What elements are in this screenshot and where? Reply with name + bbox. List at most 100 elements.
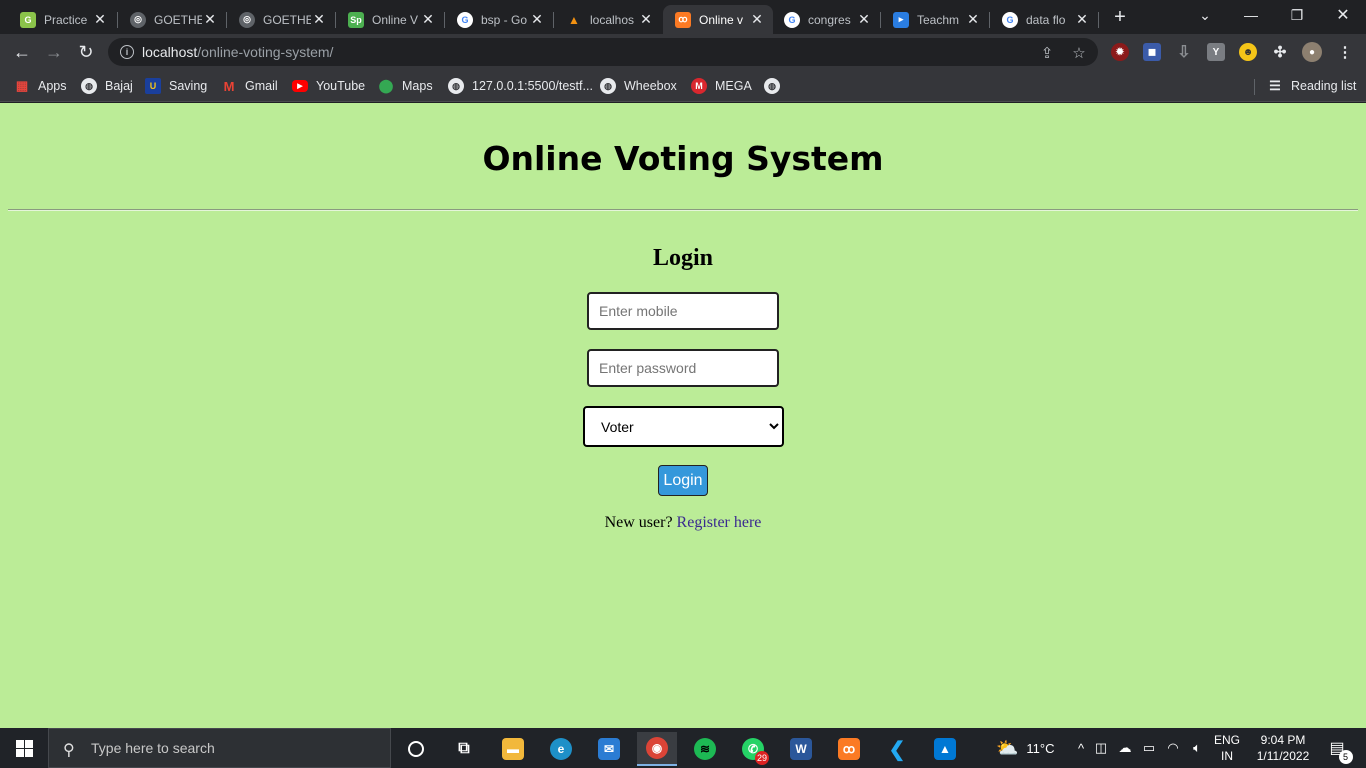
weather-cloud-sun-icon: ⛅ [996,737,1019,758]
close-icon[interactable]: ✕ [92,11,108,28]
language-indicator[interactable]: ENG IN [1214,728,1248,768]
battery-icon[interactable]: ▭ [1137,740,1161,756]
extension-camera-icon[interactable]: ◼ [1143,43,1161,61]
tab-goethe-1[interactable]: ◎ GOETHE ✕ [118,5,226,34]
bookmark-label: Bajaj [105,79,133,93]
bookmark-unnamed[interactable]: ◍ [764,76,788,96]
address-bar[interactable]: i localhost/online-voting-system/ ⇪ ☆ [108,38,1098,66]
taskbar-xampp[interactable]: ꝏ [829,732,869,766]
taskbar-vscode[interactable]: ❮ [877,732,917,766]
taskbar-spotify[interactable]: ≋ [685,732,725,766]
bookmark-gmail[interactable]: M Gmail [221,76,278,96]
site-info-icon[interactable]: i [120,45,134,59]
youtube-icon: ▶ [292,80,308,92]
reading-list-button[interactable]: ☰ Reading list [1267,76,1356,96]
register-link[interactable]: Register here [677,514,762,531]
bookmark-saving[interactable]: U Saving [145,76,207,96]
close-icon[interactable]: ✕ [1074,11,1090,28]
tab-data-flow-google[interactable]: G data flo ✕ [990,5,1098,34]
taskbar-edge[interactable]: e [541,732,581,766]
mobile-input[interactable] [587,292,779,330]
bookmark-apps[interactable]: ▦ Apps [14,76,67,96]
tab-online-v[interactable]: Sp Online V ✕ [336,5,444,34]
tab-search-chevron-icon[interactable]: ⌄ [1182,0,1228,30]
extension-face-icon[interactable]: ☻ [1239,43,1257,61]
spotify-icon: ≋ [694,738,716,760]
restore-button[interactable]: ❐ [1274,0,1320,30]
bookmark-localhost-5500[interactable]: ◍ 127.0.0.1:5500/testf... [448,76,593,96]
close-icon[interactable]: ✕ [311,11,327,28]
tab-title: localhos [590,12,635,27]
bookmark-star-icon[interactable]: ☆ [1070,44,1088,62]
taskbar-search[interactable]: ⚲ Type here to search [48,728,391,768]
meet-now-icon[interactable]: ◫ [1089,740,1113,756]
extension-y-icon[interactable]: Y [1207,43,1225,61]
page-content: Online Voting System Login Voter Login N… [0,103,1366,728]
tab-bsp-google[interactable]: G bsp - Go ✕ [445,5,553,34]
tab-online-voting-active[interactable]: ꝏ Online v ✕ [663,5,773,34]
new-tab-button[interactable]: + [1108,6,1132,30]
close-icon[interactable]: ✕ [420,11,436,28]
taskbar-mail[interactable]: ✉ [589,732,629,766]
gmail-icon: M [223,78,235,94]
reload-icon[interactable]: ↻ [72,38,100,66]
window-close-button[interactable]: ✕ [1320,0,1366,30]
close-icon[interactable]: ✕ [856,11,872,28]
action-center-button[interactable]: ▤ 5 [1322,728,1353,768]
wifi-icon[interactable]: ◠ [1161,740,1185,756]
taskbar-chrome[interactable]: ◉ [637,732,677,766]
close-icon[interactable]: ✕ [202,11,218,28]
region-code: IN [1221,749,1233,763]
taskbar-photos[interactable]: ▲ [925,732,965,766]
horizontal-rule [8,209,1358,211]
extensions-puzzle-icon[interactable]: ✣ [1271,43,1289,61]
volume-icon[interactable]: 🔈︎ [1185,740,1209,756]
profile-avatar[interactable]: ● [1302,42,1322,62]
url-text[interactable]: localhost/online-voting-system/ [142,44,333,60]
tab-localhost[interactable]: ▲ localhos ✕ [554,5,662,34]
tab-teachmint[interactable]: ▸ Teachm ✕ [881,5,989,34]
extension-red-icon[interactable]: ✹ [1111,43,1129,61]
role-select[interactable]: Voter [583,406,784,447]
taskbar-whatsapp[interactable]: ✆ 29 [733,732,773,766]
page-title: Online Voting System [482,139,884,178]
login-button[interactable]: Login [658,465,708,496]
globe-icon: ◍ [600,78,616,94]
maps-icon: ⬤ [378,78,394,93]
cortana-button[interactable] [396,732,436,766]
clock[interactable]: 9:04 PM 1/11/2022 [1252,728,1314,768]
bookmark-youtube[interactable]: ▶ YouTube [292,76,365,96]
url-path: /online-voting-system/ [197,44,334,60]
tab-practice[interactable]: G Practice ✕ [8,5,116,34]
word-icon: W [790,738,812,760]
close-icon[interactable]: ✕ [749,11,765,28]
clock-date: 1/11/2022 [1256,749,1310,763]
tab-congress-google[interactable]: G congres ✕ [772,5,880,34]
bookmark-label: YouTube [316,79,366,93]
tab-title: GOETHE [263,12,311,27]
back-arrow-icon[interactable]: ← [8,38,36,66]
taskbar-word[interactable]: W [781,732,821,766]
bookmark-mega[interactable]: M MEGA [691,76,752,96]
minimize-button[interactable]: — [1228,0,1274,30]
show-hidden-icons-chevron-icon[interactable]: ^ [1073,741,1089,756]
close-icon[interactable]: ✕ [529,11,545,28]
onedrive-cloud-icon[interactable]: ☁ [1113,740,1137,756]
weather-widget[interactable]: ⛅ 11°C [996,728,1055,768]
share-icon[interactable]: ⇪ [1038,44,1056,62]
close-icon[interactable]: ✕ [965,11,981,28]
close-icon[interactable]: ✕ [638,11,654,28]
tab-goethe-2[interactable]: ◎ GOETHE ✕ [227,5,335,34]
task-view-button[interactable]: ⧉ [444,732,484,766]
bookmark-bajaj[interactable]: ◍ Bajaj [81,76,133,96]
bookmark-wheebox[interactable]: ◍ Wheebox [600,76,677,96]
start-button[interactable] [0,728,48,768]
forward-arrow-icon[interactable]: → [40,38,68,66]
download-icon[interactable]: ⇩ [1175,43,1193,61]
taskbar-file-explorer[interactable]: ▬ [493,732,533,766]
bookmark-maps[interactable]: ⬤ Maps [378,76,433,96]
kebab-menu-icon[interactable]: ⋮ [1336,43,1354,61]
tab-title: Teachm [917,12,960,27]
password-input[interactable] [587,349,779,387]
new-user-text: New user? [604,514,677,531]
